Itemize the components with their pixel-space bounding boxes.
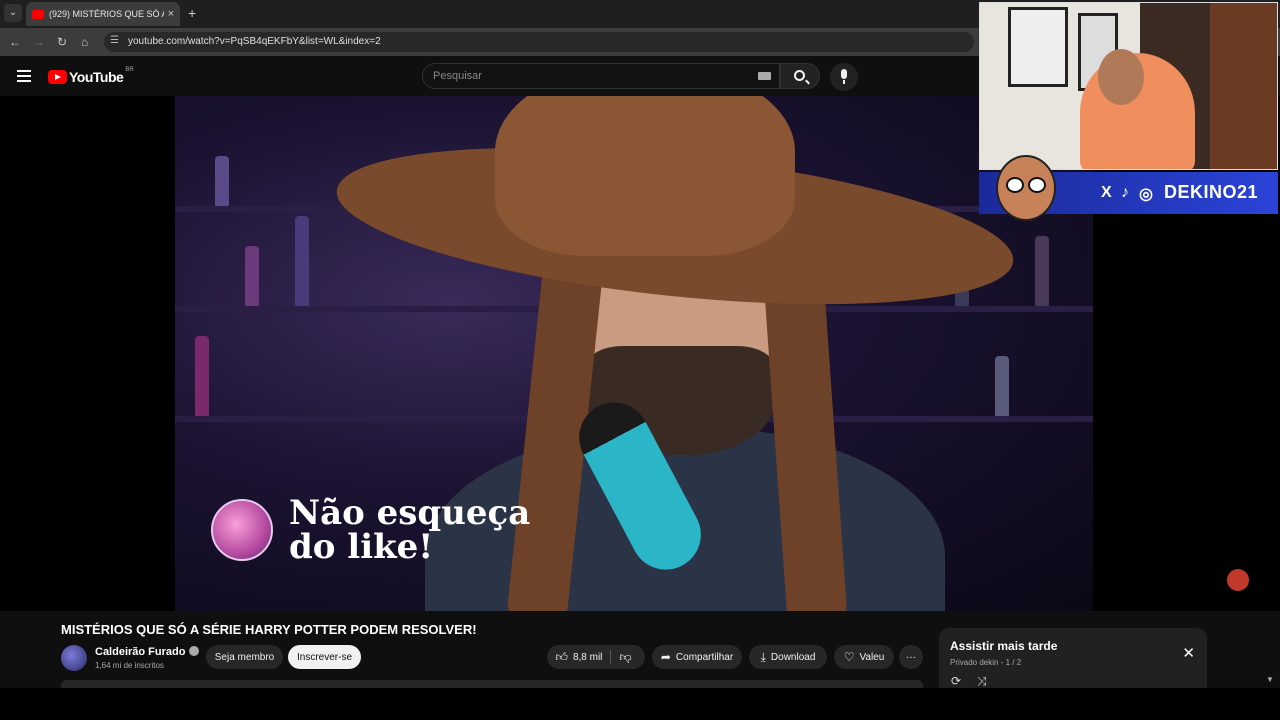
like-dislike-group: 👍︎ 8,8 mil 👎︎: [547, 645, 645, 669]
subscriber-count: 1,64 mi de inscritos: [95, 661, 164, 670]
share-icon: ➦: [660, 650, 671, 664]
playlist-meta: Privado dekin - 1 / 2: [950, 658, 1022, 667]
thanks-label: Valeu: [859, 651, 885, 663]
search-button[interactable]: [780, 63, 820, 89]
overlay-text-line1: Não esqueça: [289, 493, 531, 533]
mic-icon: [841, 69, 847, 79]
back-icon[interactable]: ←: [9, 35, 21, 49]
search-icon: [794, 70, 805, 81]
overlay-text-line2: do like!: [289, 527, 434, 567]
youtube-logo[interactable]: YouTube BR: [48, 67, 134, 85]
tab-title: (929) MISTÉRIOS QUE SÓ A SÉRIE: [49, 9, 164, 19]
tiktok-icon: ♪: [1121, 184, 1129, 201]
share-button[interactable]: ➦ Compartilhar: [652, 645, 742, 669]
youtube-play-icon: [48, 70, 67, 84]
url-field[interactable]: ☰ youtube.com/watch?v=PqSB4qEKFbY&list=W…: [104, 32, 974, 52]
browser-tab[interactable]: (929) MISTÉRIOS QUE SÓ A SÉRIE ×: [26, 2, 180, 26]
youtube-favicon-icon: [32, 9, 44, 19]
scroll-down-icon[interactable]: ▼: [1266, 675, 1274, 684]
channel-name[interactable]: Caldeirão Furado: [95, 646, 200, 658]
thumbs-down-icon[interactable]: 👎︎: [619, 650, 631, 665]
voice-search-button[interactable]: [830, 63, 858, 91]
share-label: Compartilhar: [675, 651, 734, 663]
tab-search-icon[interactable]: ⌄: [4, 4, 22, 22]
cartoon-avatar: [996, 155, 1056, 221]
home-icon[interactable]: ⌂: [81, 35, 88, 49]
new-tab-button[interactable]: +: [188, 5, 196, 21]
download-icon: ⤓: [760, 649, 766, 664]
channel-avatar[interactable]: [61, 645, 87, 671]
record-icon: [1227, 569, 1249, 591]
region-label: BR: [125, 67, 134, 73]
more-actions-button[interactable]: ···: [899, 645, 923, 669]
app-root: ⌄ (929) MISTÉRIOS QUE SÓ A SÉRIE × + ← →…: [0, 0, 1280, 720]
like-count[interactable]: 8,8 mil: [573, 652, 602, 663]
social-handle: DEKINO21: [1164, 182, 1259, 202]
bottom-area: [0, 688, 1280, 720]
wall-frame: [1008, 7, 1068, 87]
search-input[interactable]: Pesquisar: [422, 63, 780, 89]
forward-icon[interactable]: →: [33, 35, 45, 49]
thanks-icon: ♡: [843, 650, 855, 664]
close-icon[interactable]: ✕: [1182, 644, 1195, 662]
instagram-icon: ◎: [1139, 186, 1153, 203]
subscribe-button[interactable]: Inscrever-se: [288, 645, 361, 669]
download-button[interactable]: ⤓ Download: [749, 645, 827, 669]
menu-icon[interactable]: [17, 70, 31, 82]
site-info-icon[interactable]: ☰: [110, 35, 119, 46]
like-orb-icon: [211, 499, 273, 561]
verified-icon: [189, 646, 200, 656]
loop-icon[interactable]: ⟳: [951, 674, 961, 688]
search-placeholder: Pesquisar: [433, 70, 482, 82]
tab-close-icon[interactable]: ×: [168, 8, 174, 20]
x-icon: X: [1101, 184, 1112, 201]
thumbs-up-icon[interactable]: 👍︎: [555, 650, 568, 665]
playlist-panel: Assistir mais tarde Privado dekin - 1 / …: [939, 628, 1207, 688]
video-frame: Não esqueça do like!: [175, 96, 1093, 611]
webcam-overlay: [979, 2, 1278, 170]
thanks-button[interactable]: ♡ Valeu: [834, 645, 894, 669]
join-button[interactable]: Seja membro: [206, 645, 283, 669]
description-box[interactable]: [61, 680, 923, 688]
video-title: MISTÉRIOS QUE SÓ A SÉRIE HARRY POTTER PO…: [61, 622, 477, 637]
shuffle-icon[interactable]: ⤨: [977, 674, 987, 689]
reload-icon[interactable]: ↻: [57, 35, 67, 49]
playlist-title[interactable]: Assistir mais tarde: [950, 639, 1057, 653]
like-reminder-overlay: Não esqueça do like!: [211, 496, 530, 564]
url-text: youtube.com/watch?v=PqSB4qEKFbY&list=WL&…: [128, 36, 381, 47]
keyboard-icon[interactable]: [758, 72, 771, 80]
download-label: Download: [770, 651, 816, 663]
logo-text: YouTube: [69, 69, 124, 85]
